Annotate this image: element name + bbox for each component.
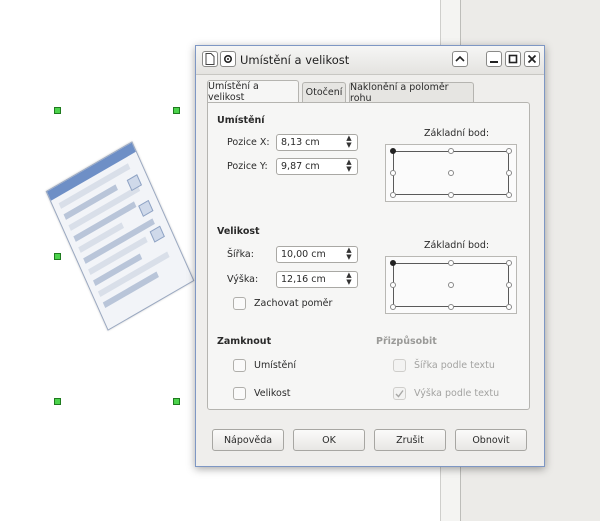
protect-position-label: Umístění	[254, 360, 297, 371]
base-point-center[interactable]	[448, 170, 454, 176]
base-point-middle-right[interactable]	[506, 282, 512, 288]
base-point-top-left[interactable]	[390, 260, 396, 266]
tab-position-size[interactable]: Umístění a velikost	[207, 80, 299, 103]
dialog-titlebar[interactable]: Umístění a velikost	[196, 46, 544, 75]
base-point-bottom-center[interactable]	[448, 192, 454, 198]
position-size-dialog: Umístění a velikost Umístění a velikost …	[195, 45, 545, 467]
base-point-top-right[interactable]	[506, 148, 512, 154]
spin-arrows-icon[interactable]: ▲ ▼	[344, 247, 354, 262]
shade-up-icon[interactable]	[452, 51, 468, 67]
ok-button[interactable]: OK	[293, 429, 365, 451]
base-point-top-left[interactable]	[390, 148, 396, 154]
selection-handle-bottom-right[interactable]	[173, 398, 180, 405]
base-point-middle-right[interactable]	[506, 170, 512, 176]
base-point-bottom-right[interactable]	[506, 192, 512, 198]
height-field[interactable]: 12,16 cm ▲ ▼	[276, 271, 358, 288]
fit-height-label: Výška podle textu	[414, 388, 500, 399]
base-point-bottom-right[interactable]	[506, 304, 512, 310]
maximize-icon[interactable]	[505, 51, 521, 67]
fit-height-checkbox[interactable]	[393, 387, 406, 400]
base-point-middle-left[interactable]	[390, 282, 396, 288]
document-icon	[202, 51, 218, 67]
width-label: Šířka:	[227, 249, 254, 260]
width-value: 10,00 cm	[281, 249, 326, 260]
base-point-top-center[interactable]	[448, 148, 454, 154]
size-base-point-selector[interactable]	[385, 256, 517, 314]
help-button[interactable]: Nápověda	[212, 429, 284, 451]
base-point-top-center[interactable]	[448, 260, 454, 266]
spin-arrows-icon[interactable]: ▲ ▼	[344, 159, 354, 174]
size-base-point-label: Základní bod:	[424, 240, 490, 251]
position-y-label: Pozice Y:	[227, 161, 268, 172]
selection-handle-top-right[interactable]	[173, 107, 180, 114]
position-x-label: Pozice X:	[227, 137, 270, 148]
cancel-button[interactable]: Zrušit	[374, 429, 446, 451]
spin-arrows-icon[interactable]: ▲ ▼	[344, 272, 354, 287]
selection-handle-top-left[interactable]	[54, 107, 61, 114]
keep-ratio-checkbox[interactable]	[233, 297, 246, 310]
position-section-label: Umístění	[217, 115, 265, 126]
position-base-point-selector[interactable]	[385, 144, 517, 202]
base-point-bottom-center[interactable]	[448, 304, 454, 310]
position-x-field[interactable]: 8,13 cm ▲ ▼	[276, 134, 358, 151]
position-y-field[interactable]: 9,87 cm ▲ ▼	[276, 158, 358, 175]
selection-handle-middle-left[interactable]	[54, 253, 61, 260]
spin-arrows-icon[interactable]: ▲ ▼	[344, 135, 354, 150]
base-point-center[interactable]	[448, 282, 454, 288]
close-icon[interactable]	[524, 51, 540, 67]
protect-size-label: Velikost	[254, 388, 291, 399]
reset-button[interactable]: Obnovit	[455, 429, 527, 451]
width-field[interactable]: 10,00 cm ▲ ▼	[276, 246, 358, 263]
fit-width-checkbox[interactable]	[393, 359, 406, 372]
protect-section-label: Zamknout	[217, 336, 272, 347]
minimize-icon[interactable]	[486, 51, 502, 67]
tab-slant-corner-radius[interactable]: Naklonění a poloměr rohu	[349, 82, 474, 104]
position-base-point-label: Základní bod:	[424, 128, 490, 139]
base-point-bottom-left[interactable]	[390, 304, 396, 310]
tab-rotation[interactable]: Otočení	[302, 82, 346, 102]
position-y-value: 9,87 cm	[281, 161, 320, 172]
base-point-middle-left[interactable]	[390, 170, 396, 176]
height-value: 12,16 cm	[281, 274, 326, 285]
keep-ratio-label: Zachovat poměr	[254, 298, 333, 309]
tab-panel: Umístění Pozice X: 8,13 cm ▲ ▼ Pozice Y: …	[207, 102, 530, 410]
base-point-top-right[interactable]	[506, 260, 512, 266]
height-label: Výška:	[227, 274, 259, 285]
base-point-bottom-left[interactable]	[390, 192, 396, 198]
pin-icon[interactable]	[220, 51, 236, 67]
protect-position-checkbox[interactable]	[233, 359, 246, 372]
selection-handle-bottom-left[interactable]	[54, 398, 61, 405]
dialog-title: Umístění a velikost	[240, 53, 350, 67]
checkmark-icon	[395, 390, 404, 398]
protect-size-checkbox[interactable]	[233, 387, 246, 400]
fit-width-label: Šířka podle textu	[414, 360, 495, 371]
size-section-label: Velikost	[217, 226, 260, 237]
adapt-section-label: Přizpůsobit	[376, 336, 437, 347]
position-x-value: 8,13 cm	[281, 137, 320, 148]
